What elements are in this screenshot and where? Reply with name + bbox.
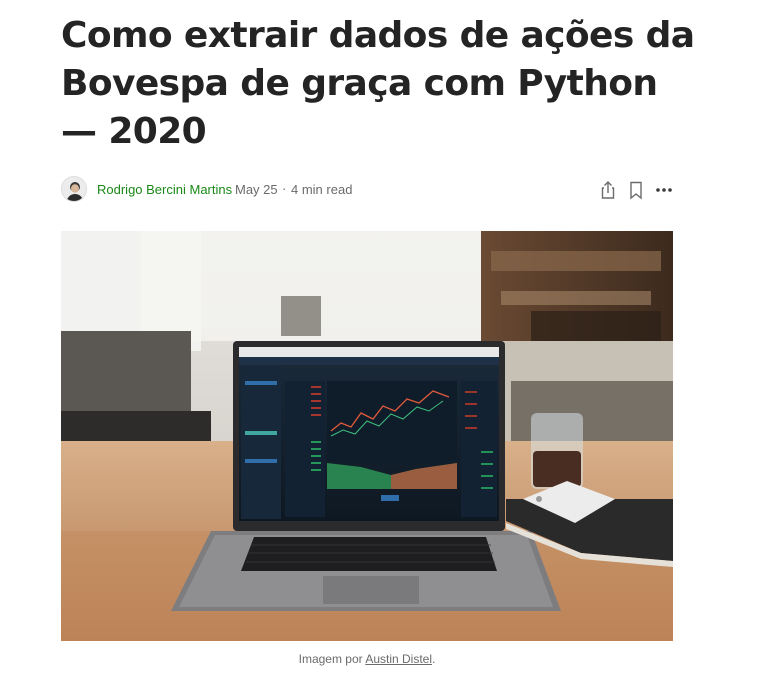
photographer-link[interactable]: Austin Distel: [365, 652, 432, 666]
bookmark-icon[interactable]: [624, 178, 648, 202]
author-name-link[interactable]: Rodrigo Bercini Martins: [97, 182, 232, 197]
article-meta: Rodrigo Bercini Martins May 25 · 4 min r…: [61, 175, 676, 205]
image-caption: Imagem por Austin Distel.: [61, 652, 673, 666]
more-icon[interactable]: [652, 178, 676, 202]
caption-prefix: Imagem por: [298, 652, 366, 666]
article-title: Como extrair dados de ações da Bovespa d…: [61, 15, 695, 152]
article-actions: [596, 178, 676, 202]
share-icon[interactable]: [596, 178, 620, 202]
publish-date: May 25: [235, 182, 278, 197]
caption-suffix: .: [432, 652, 436, 666]
article-hero-image: [61, 231, 673, 641]
meta-separator: ·: [282, 181, 287, 196]
read-time: 4 min read: [291, 182, 353, 197]
author-avatar[interactable]: [61, 176, 87, 202]
